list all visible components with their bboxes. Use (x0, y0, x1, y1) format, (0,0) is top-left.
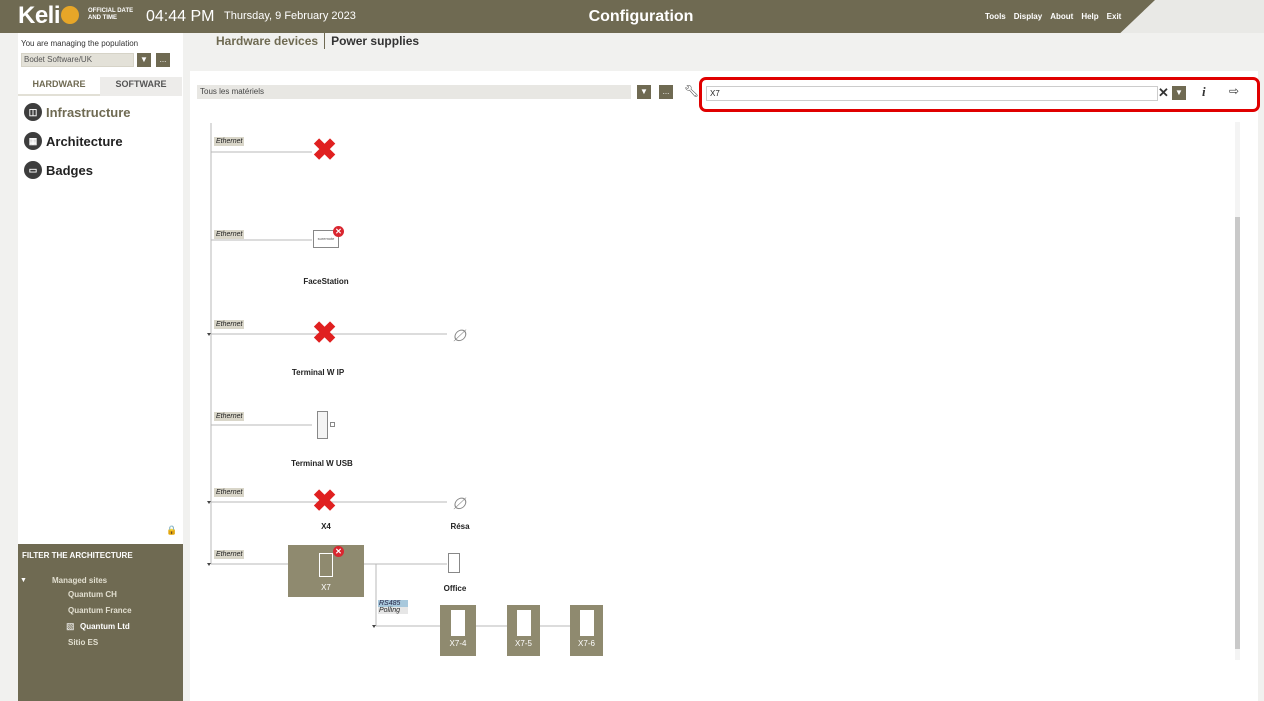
disabled-device-icon[interactable]: ✖ (312, 487, 337, 517)
rs485-polling-label: RS485 Polling (378, 600, 408, 614)
reader-device-icon (516, 610, 531, 636)
ethernet-label: Ethernet (214, 488, 245, 497)
x7-5-device-card[interactable]: X7-5 (507, 605, 540, 656)
empty-set-icon: ∅ (452, 328, 466, 345)
empty-set-icon: ∅ (452, 496, 466, 513)
expand-arrow-icon (207, 333, 211, 336)
usb-port-icon (330, 422, 335, 427)
ethernet-label: Ethernet (214, 550, 245, 559)
device-label: X4 (321, 522, 331, 531)
error-badge-icon: ✕ (333, 226, 344, 237)
device-label: FaceStation (303, 277, 349, 286)
disabled-device-icon[interactable]: ✖ (312, 136, 337, 166)
device-label: Résa (450, 522, 470, 531)
expand-arrow-icon (372, 625, 376, 628)
x7-4-device-card[interactable]: X7-4 (440, 605, 476, 656)
office-door-icon[interactable] (448, 553, 460, 573)
expand-arrow-icon (207, 501, 211, 504)
diagram-lines (207, 123, 600, 628)
error-badge-icon: ✕ (333, 546, 344, 557)
ethernet-label: Ethernet (214, 320, 245, 329)
device-label: Terminal W USB (291, 459, 353, 468)
disabled-device-icon[interactable]: ✖ (312, 319, 337, 349)
device-label: Terminal W IP (291, 368, 345, 377)
terminal-device-icon[interactable] (317, 411, 328, 439)
ethernet-label: Ethernet (214, 230, 245, 239)
device-label: X7 (321, 583, 331, 592)
ethernet-label: Ethernet (214, 412, 245, 421)
reader-device-icon (579, 610, 594, 636)
reader-device-icon (451, 610, 465, 636)
x7-6-device-card[interactable]: X7-6 (570, 605, 603, 656)
ethernet-label: Ethernet (214, 137, 245, 146)
x7-device-icon (319, 553, 333, 577)
device-label: Office (443, 584, 467, 593)
expand-arrow-icon (207, 563, 211, 566)
x7-device-card[interactable]: X7 (288, 545, 364, 597)
